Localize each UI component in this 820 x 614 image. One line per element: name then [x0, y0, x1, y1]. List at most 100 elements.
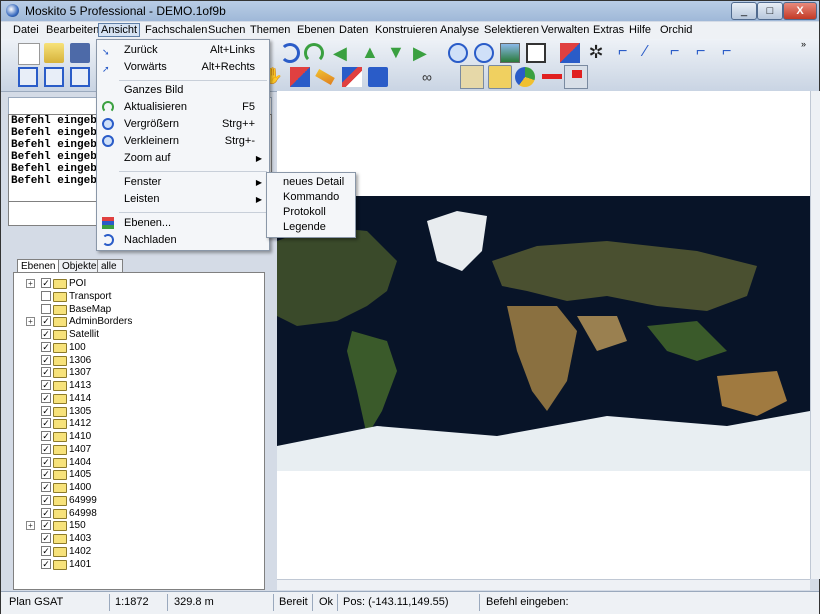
tab-objekte[interactable]: Objekte: [58, 259, 101, 273]
layer-checkbox[interactable]: ✓: [41, 278, 51, 288]
redo-icon[interactable]: [280, 43, 300, 63]
menu-fachschalen[interactable]: Fachschalen: [145, 24, 207, 36]
layer-checkbox[interactable]: ✓: [41, 507, 51, 518]
layer-checkbox[interactable]: ✓: [41, 367, 51, 378]
layer-checkbox[interactable]: ✓: [41, 341, 51, 352]
connect-tool-icon[interactable]: [342, 67, 362, 87]
layer-checkbox[interactable]: ✓: [41, 354, 51, 365]
title-bar[interactable]: Moskito 5 Professional - DEMO.1of9b _ □ …: [1, 1, 819, 21]
binoculars-icon[interactable]: ∞: [422, 67, 442, 87]
arrow-right-icon[interactable]: ▶: [413, 44, 433, 65]
menu-verwalten[interactable]: Verwalten: [541, 24, 589, 36]
maximize-button[interactable]: □: [757, 2, 783, 20]
layer-checkbox[interactable]: ✓: [41, 558, 51, 569]
full-view-icon[interactable]: [500, 43, 520, 63]
menu-extras[interactable]: Extras: [593, 24, 624, 36]
submenu-item-neues-detail[interactable]: neues Detail: [283, 175, 344, 190]
menu-suchen[interactable]: Suchen: [208, 24, 245, 36]
layer-checkbox[interactable]: ✓: [41, 329, 51, 339]
submenu-item-kommando[interactable]: Kommando: [283, 190, 339, 205]
menu-selektieren[interactable]: Selektieren: [484, 24, 539, 36]
menu-item-verkleinern[interactable]: Verkleinern Strg+-: [97, 133, 269, 150]
expand-icon[interactable]: +: [26, 521, 35, 531]
menu-analyse[interactable]: Analyse: [440, 24, 479, 36]
layer-label: 1414: [69, 392, 92, 404]
line-tool-icon[interactable]: ⌐: [618, 43, 638, 63]
zoom-icon[interactable]: [448, 43, 468, 63]
snap-tool-icon[interactable]: [460, 65, 484, 89]
segment-tool-icon[interactable]: ⌐: [670, 43, 690, 63]
menu-themen[interactable]: Themen: [250, 24, 290, 36]
menu-item-fenster[interactable]: Fenster ▶: [97, 174, 269, 191]
layer-checkbox[interactable]: ✓: [41, 545, 51, 556]
close-button[interactable]: X: [783, 2, 817, 20]
layer-checkbox[interactable]: ✓: [41, 431, 51, 441]
node-tool-icon[interactable]: [18, 67, 38, 87]
horizontal-scrollbar[interactable]: [277, 579, 810, 590]
object-tool-icon[interactable]: [290, 67, 310, 87]
arrow-up-icon[interactable]: ▲: [361, 43, 381, 63]
layer-checkbox[interactable]: ✓: [41, 443, 51, 454]
layer-checkbox[interactable]: ✓: [41, 316, 51, 327]
select-area-icon[interactable]: [526, 43, 546, 63]
layer-checkbox[interactable]: ✓: [41, 380, 51, 390]
map-view[interactable]: [277, 91, 810, 579]
layer-checkbox[interactable]: [41, 290, 51, 301]
menu-konstruieren[interactable]: Konstruieren: [375, 24, 437, 36]
layer-checkbox[interactable]: ✓: [41, 405, 51, 416]
menu-item-zoom-auf[interactable]: Zoom auf ▶: [97, 150, 269, 167]
blocks-icon[interactable]: [368, 67, 388, 87]
layer-checkbox[interactable]: ✓: [41, 456, 51, 467]
zoom-window-icon[interactable]: [474, 43, 494, 63]
menu-ansicht[interactable]: Ansicht: [98, 23, 141, 37]
menu-daten[interactable]: Daten: [339, 24, 368, 36]
save-icon[interactable]: [70, 43, 90, 63]
new-file-icon[interactable]: [18, 43, 40, 65]
menu-bearbeiten[interactable]: Bearbeiten: [46, 24, 99, 36]
trim-tool-icon[interactable]: ⌐: [722, 43, 742, 63]
layer-checkbox[interactable]: [41, 303, 51, 314]
layer-tool-icon[interactable]: [560, 43, 580, 63]
minus-icon[interactable]: [542, 74, 562, 79]
toolbar-overflow-icon[interactable]: »: [801, 39, 815, 49]
tab-alle-obj[interactable]: alle Obj.: [97, 259, 124, 285]
menu-item-aktualisieren[interactable]: Aktualisieren F5: [97, 99, 269, 116]
pan-cross-icon[interactable]: ✲: [586, 43, 606, 63]
minimize-button[interactable]: _: [731, 2, 757, 20]
expand-icon[interactable]: +: [26, 279, 35, 288]
menu-item-ebenen[interactable]: Ebenen...: [97, 215, 269, 232]
flag-icon[interactable]: [564, 65, 588, 89]
pie-tool-icon[interactable]: [515, 67, 535, 87]
menu-item-vergroessern[interactable]: Vergrößern Strg++: [97, 116, 269, 133]
extend-tool-icon[interactable]: ⌐: [696, 43, 716, 63]
menu-item-zurueck[interactable]: ➘ Zurück Alt+Links: [97, 42, 269, 59]
menu-datei[interactable]: Datei: [13, 24, 39, 36]
layer-checkbox[interactable]: ✓: [41, 533, 51, 543]
menu-item-ganzes-bild[interactable]: Ganzes Bild: [97, 82, 269, 99]
submenu-item-protokoll[interactable]: Protokoll: [283, 205, 326, 220]
menu-item-leisten[interactable]: Leisten ▶: [97, 191, 269, 208]
menu-orchid[interactable]: Orchid: [660, 24, 692, 36]
vertical-scrollbar[interactable]: [810, 91, 820, 579]
submenu-item-legende[interactable]: Legende: [283, 220, 326, 235]
polyline-tool-icon[interactable]: ⁄: [644, 43, 664, 63]
expand-icon[interactable]: +: [26, 317, 35, 327]
node-edit-icon[interactable]: [44, 67, 64, 87]
layer-checkbox[interactable]: ✓: [41, 520, 51, 531]
layer-checkbox[interactable]: ✓: [41, 482, 51, 492]
layer-checkbox[interactable]: ✓: [41, 392, 51, 403]
arrow-down-icon[interactable]: ▼: [387, 43, 407, 63]
menu-hilfe[interactable]: Hilfe: [629, 24, 651, 36]
menu-item-nachladen[interactable]: Nachladen: [97, 232, 269, 249]
open-folder-icon[interactable]: [44, 43, 64, 63]
layer-checkbox[interactable]: ✓: [41, 418, 51, 429]
layer-checkbox[interactable]: ✓: [41, 494, 51, 505]
layer-checkbox[interactable]: ✓: [41, 469, 51, 480]
menu-ebenen[interactable]: Ebenen: [297, 24, 335, 36]
refresh-icon[interactable]: [304, 43, 324, 63]
gear-active-icon[interactable]: [488, 65, 512, 89]
node-move-icon[interactable]: [70, 67, 90, 87]
menu-item-vorwaerts[interactable]: ➚ Vorwärts Alt+Rechts: [97, 59, 269, 76]
pencil-icon[interactable]: [315, 69, 335, 85]
arrow-left-icon[interactable]: ◀: [333, 44, 353, 65]
